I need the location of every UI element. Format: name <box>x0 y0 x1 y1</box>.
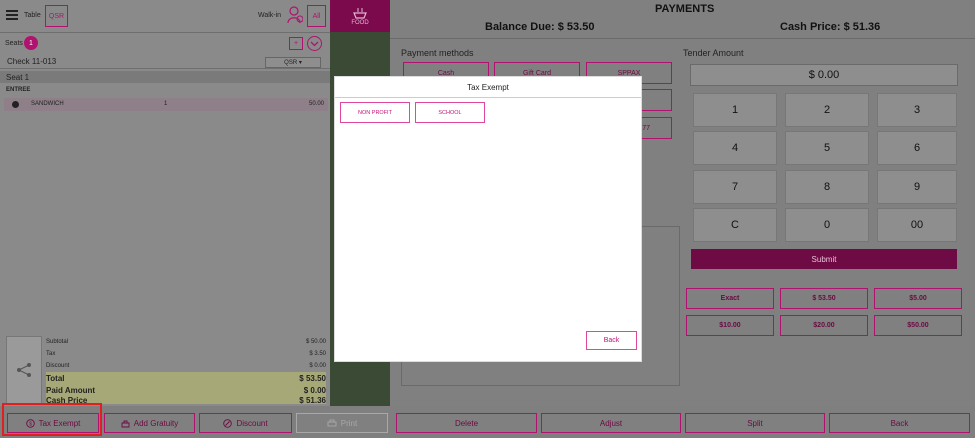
cash-price: Cash Price: $ 51.36 <box>780 21 881 33</box>
tax-row: Tax $ 3.50 <box>46 348 326 360</box>
paid-amount-label: Paid Amount <box>46 385 96 395</box>
food-tab-label: FOOD <box>351 20 369 26</box>
amount-53-50-button[interactable]: $ 53.50 <box>780 288 868 309</box>
divider <box>0 32 330 33</box>
key-8[interactable]: 8 <box>785 170 869 204</box>
tender-amount-input[interactable]: $ 0.00 <box>690 64 958 86</box>
tax-exempt-label: Tax Exempt <box>38 418 81 428</box>
item-options-icon[interactable] <box>12 101 19 108</box>
food-icon <box>353 8 367 19</box>
payment-methods-label: Payment methods <box>401 48 474 58</box>
discount-row: Discount $ 0.00 <box>46 360 326 372</box>
submit-button[interactable]: Submit <box>691 249 957 269</box>
key-4[interactable]: 4 <box>693 131 777 165</box>
tax-exempt-icon: $ <box>25 418 35 428</box>
discount-value: $ 0.00 <box>309 363 326 369</box>
tax-value: $ 3.50 <box>309 351 326 357</box>
add-gratuity-label: Add Gratuity <box>133 418 179 428</box>
non-profit-option[interactable]: NON PROFIT <box>340 102 410 123</box>
item-qty: 1 <box>164 101 168 107</box>
paid-amount-value: $ 0.00 <box>303 385 326 395</box>
item-price: 50.00 <box>308 101 324 107</box>
all-button[interactable]: All <box>307 5 326 27</box>
share-icon[interactable] <box>6 336 42 404</box>
key-6[interactable]: 6 <box>877 131 957 165</box>
seats-count-badge[interactable]: 1 <box>24 36 38 50</box>
key-2[interactable]: 2 <box>785 93 869 127</box>
check-label: Check 11-013 <box>7 57 57 66</box>
paid-amount-row: Paid Amount $ 0.00 <box>46 384 326 396</box>
tax-label: Tax <box>46 351 56 357</box>
category-label: ENTREE <box>6 87 31 93</box>
amount-10-button[interactable]: $10.00 <box>686 315 774 336</box>
discount-button[interactable]: Discount <box>199 413 292 433</box>
svg-text:$: $ <box>29 421 32 427</box>
modal-back-button[interactable]: Back <box>586 331 637 350</box>
table-qsr-button[interactable]: QSR <box>45 5 68 27</box>
table-label: Table <box>24 12 41 19</box>
key-clear[interactable]: C <box>693 208 777 242</box>
key-0[interactable]: 0 <box>785 208 869 242</box>
order-panel: Table QSR Walk-in All Seats 1 + Check 11… <box>0 0 330 406</box>
modal-title: Tax Exempt <box>335 77 641 98</box>
print-icon <box>327 419 337 426</box>
chevron-down-icon[interactable] <box>307 36 322 51</box>
back-button[interactable]: Back <box>829 413 970 433</box>
seats-label: Seats <box>5 40 23 47</box>
delete-button[interactable]: Delete <box>396 413 537 433</box>
tender-amount-label: Tender Amount <box>683 48 744 58</box>
seat-label: Seat 1 <box>6 73 30 82</box>
tax-exempt-modal: Tax Exempt NON PROFIT SCHOOL Back <box>334 76 642 362</box>
order-item-row[interactable]: SANDWICH 1 50.00 <box>4 98 328 111</box>
total-value: $ 53.50 <box>299 373 326 383</box>
amount-50-button[interactable]: $50.00 <box>874 315 962 336</box>
add-seat-button[interactable]: + <box>289 37 303 50</box>
amount-5-button[interactable]: $5.00 <box>874 288 962 309</box>
seat-row[interactable]: Seat 1 <box>0 71 330 83</box>
exact-amount-button[interactable]: Exact <box>686 288 774 309</box>
discount-label: Discount <box>236 418 268 428</box>
totals-panel: Subtotal $ 50.00 Tax $ 3.50 Discount $ 0.00… <box>46 336 326 404</box>
user-icon[interactable] <box>287 6 304 24</box>
subtotal-row: Subtotal $ 50.00 <box>46 336 326 348</box>
total-row: Total $ 53.50 <box>46 372 326 384</box>
menu-icon[interactable] <box>6 10 18 20</box>
balance-due: Balance Due: $ 53.50 <box>485 21 595 33</box>
payments-title: PAYMENTS <box>655 3 715 15</box>
key-00[interactable]: 00 <box>877 208 957 242</box>
print-button[interactable]: Print <box>296 413 388 433</box>
food-category-tab[interactable]: FOOD <box>330 0 390 32</box>
divider <box>390 38 975 39</box>
tax-exempt-button[interactable]: $ Tax Exempt <box>7 413 99 433</box>
check-row: Check 11-013 QSR ▾ <box>0 55 330 69</box>
walkin-label: Walk-in <box>258 12 282 19</box>
key-7[interactable]: 7 <box>693 170 777 204</box>
key-9[interactable]: 9 <box>877 170 957 204</box>
discount-label: Discount <box>46 363 70 369</box>
cash-price-value: $ 51.36 <box>299 396 326 404</box>
total-label: Total <box>46 373 65 383</box>
add-gratuity-button[interactable]: Add Gratuity <box>104 413 195 433</box>
key-3[interactable]: 3 <box>877 93 957 127</box>
subtotal-label: Subtotal <box>46 339 69 345</box>
key-1[interactable]: 1 <box>693 93 777 127</box>
amount-20-button[interactable]: $20.00 <box>780 315 868 336</box>
adjust-button[interactable]: Adjust <box>541 413 681 433</box>
key-5[interactable]: 5 <box>785 131 869 165</box>
school-option[interactable]: SCHOOL <box>415 102 485 123</box>
check-type-dropdown[interactable]: QSR ▾ <box>265 57 321 68</box>
split-button[interactable]: Split <box>685 413 825 433</box>
item-name: SANDWICH <box>31 101 64 107</box>
gratuity-icon <box>121 420 130 427</box>
print-label: Print <box>340 418 358 428</box>
subtotal-value: $ 50.00 <box>305 339 326 345</box>
discount-icon <box>223 418 233 428</box>
